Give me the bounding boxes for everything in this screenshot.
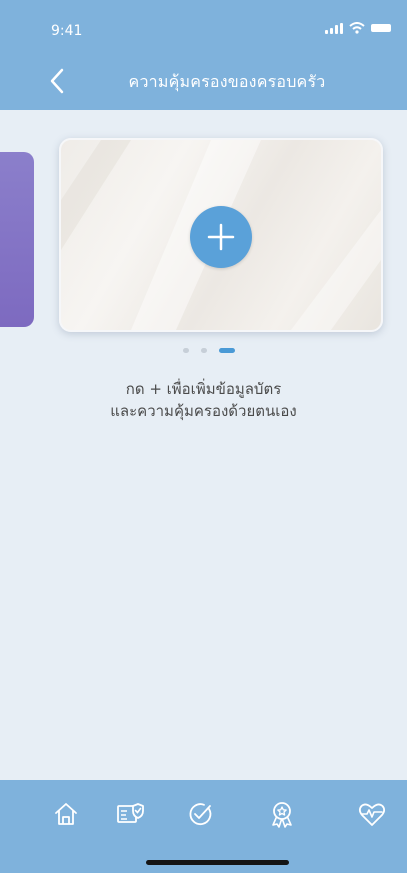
carousel-dot-active[interactable] <box>219 348 235 353</box>
add-card-button[interactable] <box>190 206 252 268</box>
add-card-hint: กด + เพื่อเพิ่มข้อมูลบัตร และความคุ้มครอ… <box>60 378 347 422</box>
status-icons <box>325 22 391 34</box>
signal-icon <box>325 22 343 34</box>
status-time: 9:41 <box>51 23 83 39</box>
heart-pulse-icon <box>358 803 386 826</box>
home-icon <box>55 803 77 825</box>
tab-status[interactable] <box>180 794 220 834</box>
app-header: 9:41 ความคุ้มครองของครอบครัว <box>0 0 407 110</box>
award-ribbon-icon <box>272 802 292 828</box>
tab-health[interactable] <box>352 794 392 834</box>
check-circle-icon <box>189 803 212 826</box>
chevron-left-icon <box>50 68 64 94</box>
carousel-dot[interactable] <box>201 348 207 353</box>
tab-home[interactable] <box>46 794 86 834</box>
carousel-indicator <box>183 348 235 353</box>
add-card-placeholder[interactable] <box>59 138 383 332</box>
main-content: กด + เพื่อเพิ่มข้อมูลบัตร และความคุ้มครอ… <box>0 110 407 780</box>
hint-line-2: และความคุ้มครองด้วยตนเอง <box>110 402 297 420</box>
battery-icon <box>371 24 391 32</box>
wifi-icon <box>349 22 365 34</box>
bottom-tab-bar <box>0 780 407 873</box>
tab-policy[interactable] <box>110 794 150 834</box>
home-indicator[interactable] <box>146 860 289 865</box>
back-button[interactable] <box>40 64 74 98</box>
carousel-dot[interactable] <box>183 348 189 353</box>
tab-rewards[interactable] <box>262 794 302 834</box>
previous-card[interactable] <box>0 152 34 327</box>
policy-card-icon <box>117 803 144 823</box>
page-title: ความคุ้มครองของครอบครัว <box>128 72 326 91</box>
hint-line-1: กด + เพื่อเพิ่มข้อมูลบัตร <box>125 380 282 398</box>
plus-icon <box>207 223 235 251</box>
